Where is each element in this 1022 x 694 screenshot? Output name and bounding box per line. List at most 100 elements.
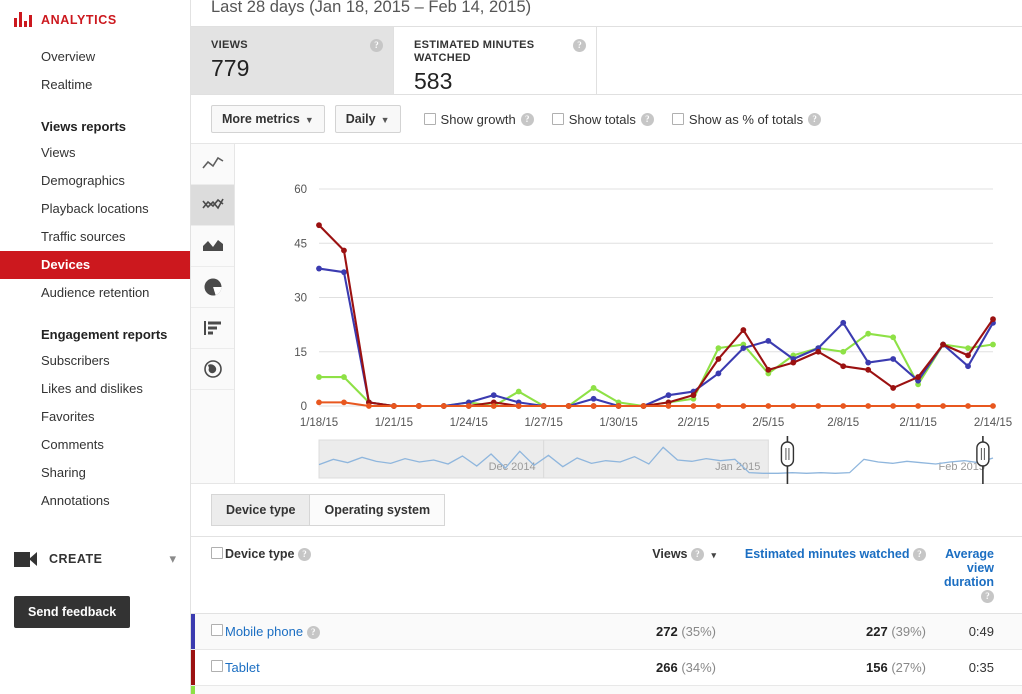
row-device-name[interactable]: Mobile phone ? xyxy=(223,614,614,650)
row-name-link[interactable]: Tablet xyxy=(225,660,260,675)
video-camera-icon xyxy=(14,552,37,567)
checkbox-label: Show growth xyxy=(441,112,516,127)
metric-card-estimated-minutes-watched[interactable]: ESTIMATED MINUTES WATCHED 583 ? xyxy=(394,27,597,94)
help-icon[interactable]: ? xyxy=(573,39,586,52)
brand-analytics[interactable]: ANALYTICS xyxy=(0,0,190,41)
row-views-percent: (35%) xyxy=(681,624,716,639)
multi-line-chart-icon[interactable] xyxy=(191,185,234,226)
column-views[interactable]: Views ? ▾ xyxy=(614,537,724,614)
column-estimated-minutes-watched[interactable]: Estimated minutes watched ? xyxy=(724,537,934,614)
x-axis-tick-label: 2/2/15 xyxy=(677,417,709,429)
create-button[interactable]: CREATE ▾ xyxy=(0,541,190,577)
table-row[interactable]: Mobile phone ? 272 (35%) 227 (39%) 0:49 xyxy=(191,614,1022,650)
line-chart-icon[interactable] xyxy=(191,144,234,185)
chart-block: 0153045601/18/151/21/151/24/151/27/151/3… xyxy=(191,143,1022,483)
x-axis-tick-label: 2/14/15 xyxy=(974,417,1012,429)
more-metrics-button[interactable]: More metrics▼ xyxy=(211,105,325,133)
checkbox-box[interactable] xyxy=(211,624,223,636)
area-chart-icon[interactable] xyxy=(191,226,234,267)
x-axis-tick-label: 2/5/15 xyxy=(752,417,784,429)
row-checkbox-cell[interactable] xyxy=(191,686,223,694)
pie-chart-icon[interactable] xyxy=(191,267,234,308)
checkbox-show-as-percent-of-totals[interactable]: Show as % of totals ? xyxy=(665,112,828,127)
granularity-label: Daily xyxy=(346,112,376,126)
sidebar-nav: Overview Realtime Views reports Views De… xyxy=(0,41,190,515)
table-body: Mobile phone ? 272 (35%) 227 (39%) 0:49 xyxy=(191,614,1022,694)
help-icon[interactable]: ? xyxy=(691,548,704,561)
select-all-checkbox-header[interactable] xyxy=(191,537,223,614)
timeline-navigator[interactable]: Dec 2014Jan 2015Feb 2015 xyxy=(319,436,993,484)
checkbox-show-growth[interactable]: Show growth ? xyxy=(417,112,541,127)
row-checkbox-cell[interactable] xyxy=(191,650,223,686)
row-emw-percent: (27%) xyxy=(891,660,926,675)
sidebar-item-demographics[interactable]: Demographics xyxy=(0,167,190,195)
row-average-view-duration: 0:49 xyxy=(934,686,1022,694)
checkbox-show-totals[interactable]: Show totals ? xyxy=(545,112,661,127)
table-row[interactable]: Computer ? 239 (31%) 197 (34%) 0:49 xyxy=(191,686,1022,694)
timeline-drag-handle[interactable] xyxy=(977,442,989,466)
sidebar-item-audience-retention[interactable]: Audience retention xyxy=(0,279,190,307)
sidebar-item-annotations[interactable]: Annotations xyxy=(0,487,190,515)
sidebar-item-devices[interactable]: Devices xyxy=(0,251,190,279)
help-icon[interactable]: ? xyxy=(808,113,821,126)
help-icon[interactable]: ? xyxy=(641,113,654,126)
sort-descending-icon[interactable]: ▾ xyxy=(711,550,716,560)
help-icon[interactable]: ? xyxy=(370,39,383,52)
sidebar-item-subscribers[interactable]: Subscribers xyxy=(0,347,190,375)
sidebar-section-engagement-reports: Engagement reports xyxy=(0,321,190,347)
sidebar-item-views[interactable]: Views xyxy=(0,139,190,167)
send-feedback-button[interactable]: Send feedback xyxy=(14,596,130,628)
row-views-value: 272 xyxy=(656,624,678,639)
help-icon[interactable]: ? xyxy=(913,548,926,561)
tab-device-type[interactable]: Device type xyxy=(211,494,310,526)
row-views-value: 266 xyxy=(656,660,678,675)
row-estimated-minutes-watched: 197 (34%) xyxy=(724,686,934,694)
help-icon[interactable]: ? xyxy=(298,548,311,561)
row-name-link[interactable]: Mobile phone xyxy=(225,624,303,639)
bar-chart-icon[interactable] xyxy=(191,308,234,349)
checkbox-box[interactable] xyxy=(211,547,223,559)
row-checkbox-cell[interactable] xyxy=(191,614,223,650)
views-line-chart[interactable]: 0153045601/18/151/21/151/24/151/27/151/3… xyxy=(235,144,1022,483)
sidebar-item-sharing[interactable]: Sharing xyxy=(0,459,190,487)
checkbox-box[interactable] xyxy=(211,660,223,672)
bar-chart-icon xyxy=(14,12,32,27)
sidebar-item-realtime[interactable]: Realtime xyxy=(0,71,190,99)
metric-card-views[interactable]: VIEWS 779 ? xyxy=(191,27,394,94)
table-row[interactable]: Tablet 266 (34%) 156 (27%) 0:35 xyxy=(191,650,1022,686)
help-icon[interactable]: ? xyxy=(307,626,320,639)
x-axis-tick-label: 1/24/15 xyxy=(450,417,488,429)
row-device-name[interactable]: Computer ? xyxy=(223,686,614,694)
column-device-type[interactable]: Device type ? xyxy=(223,537,614,614)
y-axis-tick-label: 60 xyxy=(294,184,307,196)
table-header-row: Device type ? Views ? ▾ Estimated minute… xyxy=(191,537,1022,614)
column-label: Device type xyxy=(225,547,294,561)
granularity-dropdown[interactable]: Daily▼ xyxy=(335,105,401,133)
metric-value: 583 xyxy=(414,67,580,95)
metric-label: ESTIMATED MINUTES WATCHED xyxy=(414,39,554,65)
help-icon[interactable]: ? xyxy=(981,590,994,603)
timeline-drag-handle[interactable] xyxy=(781,442,793,466)
sidebar-item-overview[interactable]: Overview xyxy=(0,43,190,71)
sidebar-item-likes-and-dislikes[interactable]: Likes and dislikes xyxy=(0,375,190,403)
tab-operating-system[interactable]: Operating system xyxy=(309,494,445,526)
column-label: Views xyxy=(652,547,687,561)
chevron-down-icon: ▾ xyxy=(169,551,176,567)
sidebar-item-comments[interactable]: Comments xyxy=(0,431,190,459)
checkbox-box[interactable] xyxy=(424,113,436,125)
checkbox-box[interactable] xyxy=(552,113,564,125)
sidebar-item-playback-locations[interactable]: Playback locations xyxy=(0,195,190,223)
row-device-name[interactable]: Tablet xyxy=(223,650,614,686)
globe-map-icon[interactable] xyxy=(191,349,234,390)
metric-strip: VIEWS 779 ? ESTIMATED MINUTES WATCHED 58… xyxy=(191,26,1022,95)
timeline-month-label: Dec 2014 xyxy=(489,461,536,473)
row-views: 272 (35%) xyxy=(614,614,724,650)
column-average-view-duration[interactable]: Average view duration ? xyxy=(934,537,1022,614)
sidebar-item-traffic-sources[interactable]: Traffic sources xyxy=(0,223,190,251)
x-axis-tick-label: 1/21/15 xyxy=(375,417,413,429)
help-icon[interactable]: ? xyxy=(521,113,534,126)
checkbox-box[interactable] xyxy=(672,113,684,125)
column-label: Average view duration xyxy=(944,547,994,589)
chevron-down-icon: ▼ xyxy=(305,115,314,125)
sidebar-item-favorites[interactable]: Favorites xyxy=(0,403,190,431)
